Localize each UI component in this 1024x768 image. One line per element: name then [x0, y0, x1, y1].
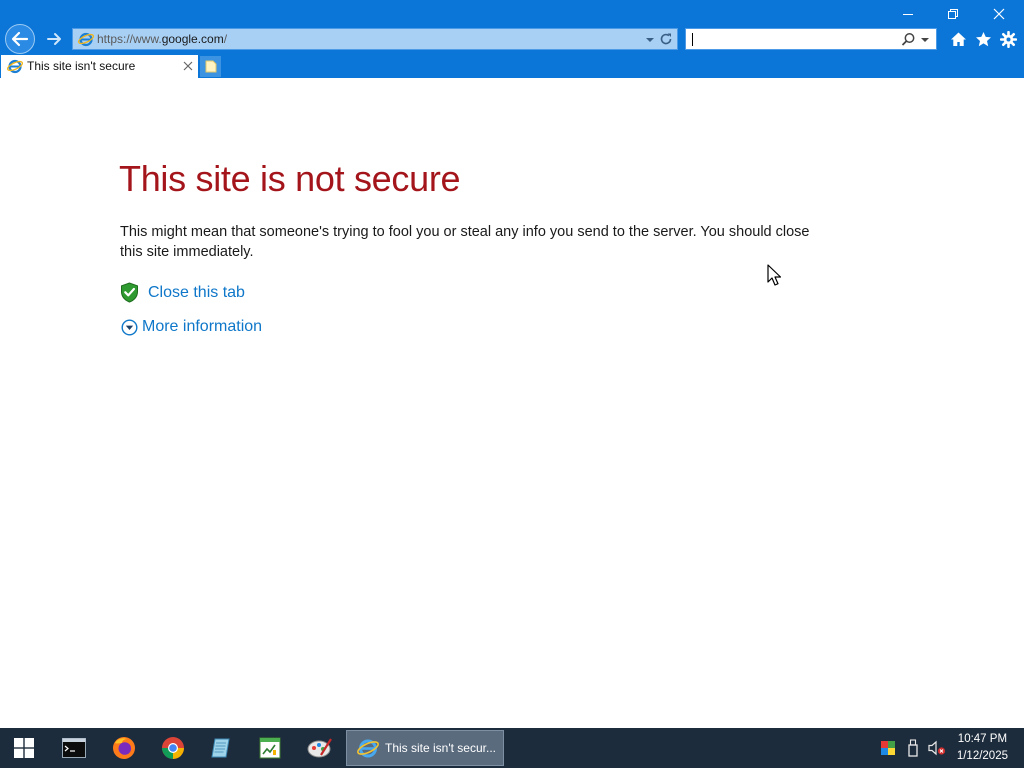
terminal-icon [62, 738, 86, 758]
close-icon [993, 8, 1005, 20]
taskbar-active-window[interactable]: This site isn't secur... [346, 730, 504, 766]
url-scheme: https://www. [97, 32, 162, 46]
browser-toolbar: https://www.google.com/ This site isn't … [0, 0, 1024, 78]
clock-date: 1/12/2025 [956, 750, 1008, 762]
close-tab-link[interactable]: Close this tab [148, 284, 245, 302]
back-button[interactable] [5, 24, 35, 54]
restore-icon [948, 9, 958, 19]
url-text[interactable]: https://www.google.com/ [97, 32, 227, 46]
taskbar-terminal[interactable] [50, 728, 98, 768]
taskbar-window-label: This site isn't secur... [385, 741, 496, 755]
more-information-action[interactable]: More information [121, 318, 262, 336]
minimize-icon [903, 14, 913, 15]
ie-taskbar-icon [357, 739, 379, 758]
address-dropdown-icon[interactable] [645, 36, 655, 44]
tools-button[interactable] [998, 29, 1018, 49]
paint-icon [307, 738, 332, 758]
taskbar: This site isn't secur... 10:47 PM 1/12/2… [0, 728, 1024, 768]
new-tab-button[interactable] [200, 56, 221, 77]
url-host: google.com [161, 32, 224, 46]
start-button[interactable] [0, 728, 48, 768]
back-arrow-icon [11, 31, 29, 47]
address-bar[interactable]: https://www.google.com/ [72, 28, 678, 50]
restore-button[interactable] [938, 4, 968, 24]
taskbar-paint[interactable] [296, 728, 344, 768]
search-icon[interactable] [901, 32, 916, 47]
warning-message: This might mean that someone's trying to… [120, 224, 810, 260]
search-input[interactable] [685, 28, 937, 50]
notepad-icon [211, 738, 230, 758]
clock-time: 10:47 PM [957, 733, 1008, 745]
tab-title: This site isn't secure [27, 59, 136, 73]
forward-arrow-icon [47, 33, 61, 45]
system-clock[interactable]: 10:47 PM 1/12/2025 [957, 731, 1008, 765]
ie-page-icon [78, 32, 94, 47]
spreadsheet-icon [259, 737, 281, 759]
taskbar-spreadsheet[interactable] [246, 728, 294, 768]
usb-tray-icon[interactable] [906, 739, 920, 757]
chrome-icon [162, 737, 184, 759]
page-title: This site is not secure [119, 158, 461, 199]
minimize-button[interactable] [893, 4, 923, 24]
more-information-link[interactable]: More information [142, 318, 262, 336]
mouse-pointer-icon [767, 264, 781, 286]
volume-muted-icon[interactable] [928, 740, 946, 756]
ie-tab-icon [7, 59, 23, 74]
search-dropdown-icon[interactable] [920, 36, 930, 44]
favorites-button[interactable] [973, 29, 993, 49]
shield-check-icon [121, 282, 138, 303]
expand-circle-icon [121, 318, 138, 336]
home-button[interactable] [948, 29, 968, 49]
tab-active[interactable]: This site isn't secure [1, 55, 198, 78]
taskbar-chrome[interactable] [149, 728, 197, 768]
star-icon [975, 31, 991, 46]
new-tab-icon [205, 60, 216, 73]
home-icon [950, 32, 966, 46]
color-app-tray-icon[interactable] [880, 740, 896, 756]
text-caret [692, 33, 693, 46]
url-path: / [223, 32, 228, 46]
forward-button[interactable] [43, 28, 65, 50]
firefox-icon [113, 737, 135, 759]
close-window-button[interactable] [984, 4, 1014, 24]
close-tab-action[interactable]: Close this tab [120, 282, 245, 303]
refresh-icon[interactable] [659, 32, 673, 46]
taskbar-firefox[interactable] [100, 728, 148, 768]
gear-icon [999, 30, 1017, 48]
taskbar-notepad[interactable] [197, 728, 245, 768]
windows-logo-icon [14, 738, 34, 758]
tab-close-icon[interactable] [183, 61, 193, 71]
